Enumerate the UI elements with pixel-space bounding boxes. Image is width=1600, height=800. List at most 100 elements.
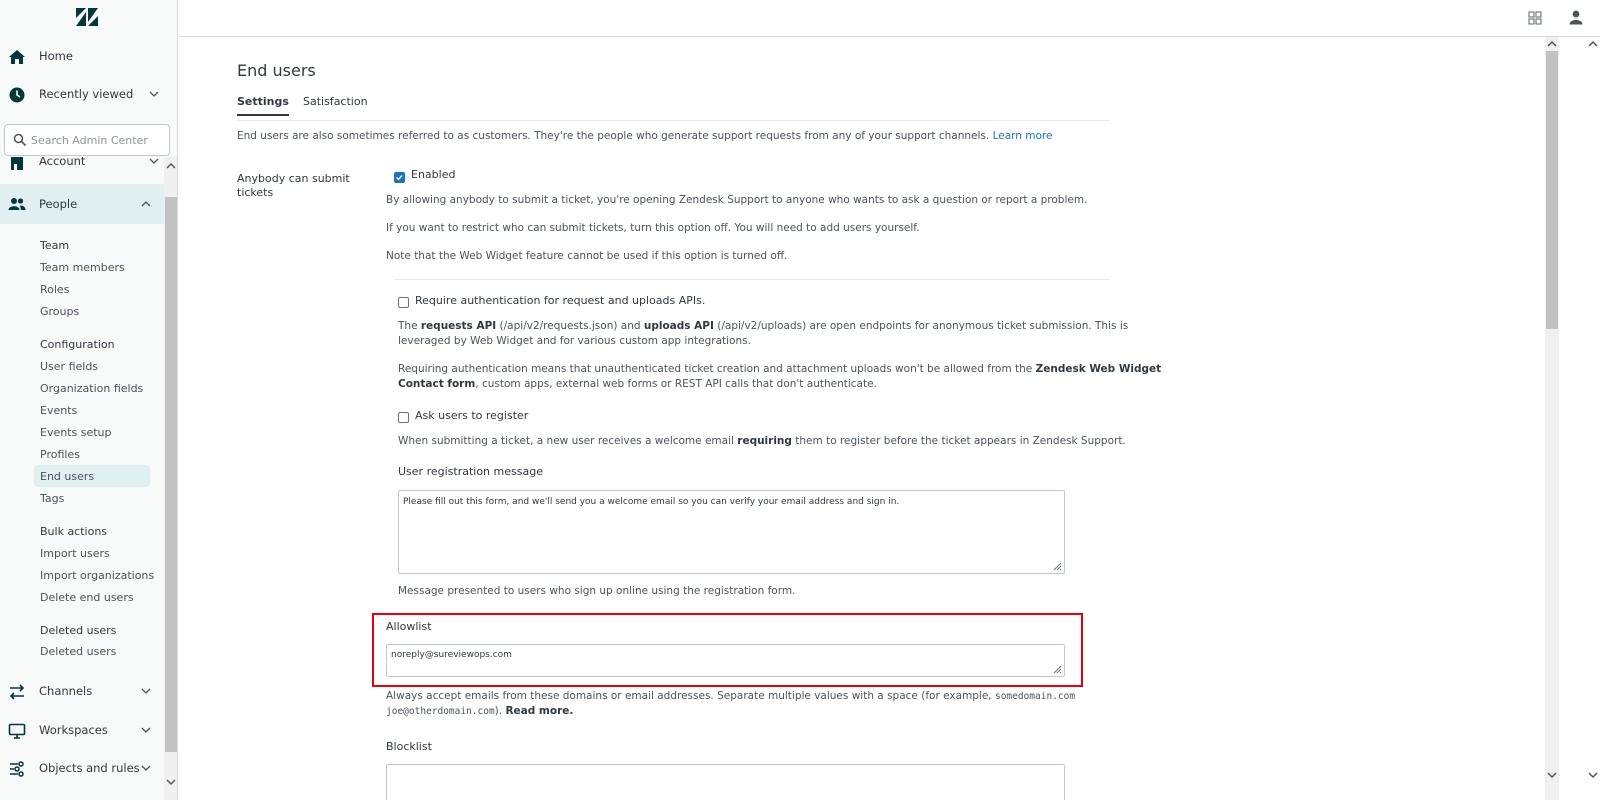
text-run: ). bbox=[494, 705, 506, 717]
sidebar-item-tags[interactable]: Tags bbox=[40, 492, 64, 505]
tab-satisfaction[interactable]: Satisfaction bbox=[303, 95, 368, 114]
text-run: (/api/v2/uploads) are open endpoints for… bbox=[713, 320, 1129, 332]
blocklist-label: Blocklist bbox=[386, 740, 432, 753]
scroll-down-arrow-icon[interactable] bbox=[1588, 770, 1598, 780]
text-run: Always accept emails from these domains … bbox=[386, 690, 995, 702]
nav-workspaces[interactable]: Workspaces bbox=[0, 712, 164, 748]
sidebar-item-import-users[interactable]: Import users bbox=[40, 547, 110, 560]
sidebar-item-import-organizations[interactable]: Import organizations bbox=[40, 569, 154, 582]
sidebar: Home Recently viewed Search Admin Center… bbox=[0, 0, 178, 800]
sidebar-item-events-setup[interactable]: Events setup bbox=[40, 426, 112, 439]
workspaces-icon bbox=[8, 723, 26, 739]
allowlist-label: Allowlist bbox=[386, 620, 432, 633]
anybody-desc-2: If you want to restrict who can submit t… bbox=[386, 222, 920, 234]
checkmark-icon bbox=[396, 175, 403, 181]
example-domain: somedomain.com bbox=[994, 691, 1076, 702]
scroll-up-arrow-icon[interactable] bbox=[1588, 39, 1598, 49]
sidebar-scrollbar-thumb[interactable] bbox=[165, 197, 177, 752]
tabs: Settings Satisfaction bbox=[237, 95, 1110, 121]
allowlist-value: noreply@sureviewops.com bbox=[391, 650, 512, 660]
nav-channels-label: Channels bbox=[39, 684, 93, 698]
sidebar-item-user-fields[interactable]: User fields bbox=[40, 360, 98, 373]
resize-grip-icon[interactable] bbox=[1052, 561, 1062, 571]
zendesk-logo-icon[interactable] bbox=[76, 8, 98, 26]
intro-text: End users are also sometimes referred to… bbox=[237, 130, 1052, 142]
nav-home[interactable]: Home bbox=[0, 38, 164, 74]
ask-register-desc: When submitting a ticket, a new user rec… bbox=[398, 434, 1126, 449]
nav-people[interactable]: People bbox=[0, 184, 164, 224]
tab-settings[interactable]: Settings bbox=[237, 95, 289, 116]
sidebar-scrollbar[interactable] bbox=[164, 157, 177, 800]
allowlist-help-line1: Always accept emails from these domains … bbox=[386, 689, 1075, 704]
chevron-down-icon[interactable] bbox=[140, 762, 152, 774]
objects-rules-icon bbox=[10, 761, 24, 777]
text-run: , custom apps, external web forms or RES… bbox=[475, 378, 877, 390]
anybody-can-submit-label: Anybody can submit tickets bbox=[237, 172, 350, 199]
registration-message-value: Please fill out this form, and we'll sen… bbox=[403, 497, 900, 507]
apps-grid-icon[interactable] bbox=[1528, 11, 1542, 25]
sidebar-item-profiles[interactable]: Profiles bbox=[40, 448, 80, 461]
sidebar-item-delete-end-users[interactable]: Delete end users bbox=[40, 591, 134, 604]
learn-more-link[interactable]: Learn more bbox=[993, 130, 1053, 142]
example-email: joe@otherdomain.com bbox=[386, 706, 495, 717]
divider bbox=[394, 279, 1110, 280]
home-icon bbox=[9, 50, 25, 64]
sidebar-item-events[interactable]: Events bbox=[40, 404, 77, 417]
contact-form-term: Contact form bbox=[398, 378, 476, 390]
require-auth-desc-2-line1: Requiring authentication means that unau… bbox=[398, 362, 1161, 377]
outer-scrollbar[interactable] bbox=[1586, 37, 1600, 800]
sidebar-item-organization-fields[interactable]: Organization fields bbox=[40, 382, 143, 395]
nav-channels[interactable]: Channels bbox=[0, 673, 164, 709]
scroll-up-arrow-icon[interactable] bbox=[166, 161, 176, 171]
chevron-down-icon[interactable] bbox=[148, 88, 160, 100]
page-title: End users bbox=[237, 61, 316, 80]
scroll-down-arrow-icon[interactable] bbox=[1547, 770, 1557, 780]
chevron-up-icon[interactable] bbox=[140, 198, 152, 210]
main-scrollbar[interactable] bbox=[1545, 37, 1559, 800]
text-run: The bbox=[398, 320, 421, 332]
registration-message-help: Message presented to users who sign up o… bbox=[398, 585, 796, 597]
clock-icon bbox=[9, 87, 25, 103]
top-bar bbox=[179, 0, 1600, 37]
require-auth-desc-line2: leveraged by Web Widget and for various … bbox=[398, 335, 751, 347]
read-more-link[interactable]: Read more. bbox=[505, 705, 573, 717]
nav-account[interactable]: Account bbox=[0, 157, 164, 179]
chevron-down-icon[interactable] bbox=[148, 157, 160, 167]
sidebar-item-roles[interactable]: Roles bbox=[40, 283, 69, 296]
sidebar-item-end-users[interactable]: End users bbox=[40, 470, 94, 483]
building-icon bbox=[11, 157, 23, 170]
require-auth-checkbox[interactable] bbox=[398, 297, 409, 308]
main-scrollbar-thumb[interactable] bbox=[1546, 51, 1558, 329]
text-run: Requiring authentication means that unau… bbox=[398, 363, 1036, 375]
main-content: End users Settings Satisfaction End user… bbox=[179, 37, 1545, 800]
scroll-up-arrow-icon[interactable] bbox=[1547, 39, 1557, 49]
sidebar-item-groups[interactable]: Groups bbox=[40, 305, 79, 318]
chevron-down-icon[interactable] bbox=[140, 685, 152, 697]
group-heading-deleted-users: Deleted users bbox=[40, 624, 117, 637]
blocklist-textarea[interactable] bbox=[386, 764, 1065, 800]
search-admin-center-input[interactable]: Search Admin Center bbox=[4, 124, 170, 156]
sidebar-item-team-members[interactable]: Team members bbox=[40, 261, 125, 274]
nav-people-label: People bbox=[39, 197, 78, 211]
web-widget-term: Zendesk Web Widget bbox=[1035, 363, 1162, 375]
nav-recently-viewed[interactable]: Recently viewed bbox=[0, 76, 164, 112]
nav-objects-rules[interactable]: Objects and rules bbox=[0, 750, 164, 786]
chevron-down-icon[interactable] bbox=[140, 724, 152, 736]
enabled-checkbox[interactable] bbox=[394, 172, 405, 183]
registration-message-textarea[interactable]: Please fill out this form, and we'll sen… bbox=[398, 490, 1065, 574]
ask-register-checkbox[interactable] bbox=[398, 412, 409, 423]
nav-objects-rules-label: Objects and rules bbox=[39, 761, 140, 775]
user-icon[interactable] bbox=[1568, 9, 1584, 25]
require-auth-label: Require authentication for request and u… bbox=[415, 294, 706, 307]
allowlist-textarea[interactable]: noreply@sureviewops.com bbox=[386, 644, 1065, 677]
group-heading-configuration: Configuration bbox=[40, 338, 115, 351]
intro-description: End users are also sometimes referred to… bbox=[237, 130, 990, 142]
group-heading-team: Team bbox=[40, 239, 70, 252]
group-heading-bulk-actions: Bulk actions bbox=[40, 525, 108, 538]
require-auth-desc-line1: The requests API (/api/v2/requests.json)… bbox=[398, 319, 1128, 334]
resize-grip-icon[interactable] bbox=[1052, 664, 1062, 674]
nav-account-label: Account bbox=[39, 157, 86, 168]
scroll-down-arrow-icon[interactable] bbox=[166, 777, 176, 787]
anybody-desc-1: By allowing anybody to submit a ticket, … bbox=[386, 194, 1088, 206]
sidebar-item-deleted-users[interactable]: Deleted users bbox=[40, 645, 116, 658]
